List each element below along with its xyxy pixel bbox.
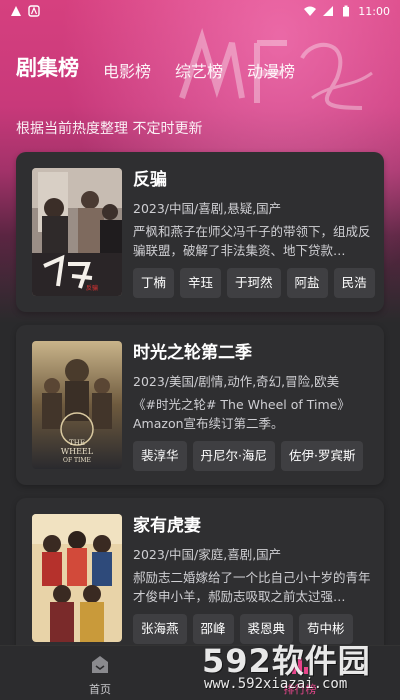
item-meta: 2023/中国/喜剧,悬疑,国产 — [133, 201, 282, 216]
nav-home[interactable]: 首页 — [0, 646, 200, 700]
bottom-nav: 首页 排行榜 — [0, 645, 400, 700]
cast-chip[interactable]: 邵峰 — [192, 614, 234, 644]
cast-chip[interactable]: 佐伊·罗宾斯 — [281, 441, 364, 471]
ranking-subtitle: 根据当前热度整理 不定时更新 — [16, 121, 203, 137]
item-description: 郝励志二婚嫁给了一个比自己小十岁的青年才俊申小羊，郝励志吸取之前太过强… — [133, 570, 371, 604]
cast-list: 裴淳华 丹尼尔·海尼 佐伊·罗宾斯 — [133, 441, 373, 471]
battery-icon — [343, 5, 350, 17]
cast-chip[interactable]: 辛珏 — [180, 268, 222, 298]
item-title: 反骗 — [133, 170, 167, 190]
poster-image: 反骗 — [32, 168, 122, 296]
item-description: 《#时光之轮# The Wheel of Time》Amazon宣布续订第二季。 — [133, 397, 350, 431]
cast-chip[interactable]: 裘恩典 — [239, 614, 294, 644]
nav-ranking-label: 排行榜 — [283, 683, 317, 696]
nav-home-label: 首页 — [89, 683, 111, 696]
signal-icon — [323, 6, 334, 16]
svg-text:OF TIME: OF TIME — [63, 457, 91, 464]
svg-text:WHEEL: WHEEL — [61, 447, 94, 456]
list-item[interactable]: 反骗 反骗 2023/中国/喜剧,悬疑,国产 严枫和燕子在师父冯千子的带领下，组… — [16, 152, 384, 312]
poster-image: THE WHEEL OF TIME — [32, 341, 122, 469]
svg-text:THE: THE — [69, 439, 85, 447]
tab-variety[interactable]: 综艺榜 — [175, 58, 223, 82]
status-bar: 11:00 — [0, 0, 400, 22]
poster-image — [32, 514, 122, 642]
cast-chip[interactable]: 裴淳华 — [133, 441, 187, 471]
tab-movies[interactable]: 电影榜 — [103, 58, 151, 82]
tab-series[interactable]: 剧集榜 — [16, 52, 79, 82]
list-item[interactable]: 家有虎妻 2023/中国/家庭,喜剧,国产 郝励志二婚嫁给了一个比自己小十岁的青… — [16, 498, 384, 658]
ranking-icon — [292, 658, 308, 674]
cast-chip[interactable]: 张海燕 — [133, 614, 187, 644]
item-meta: 2023/美国/剧情,动作,奇幻,冒险,欧美 — [133, 374, 340, 389]
status-time: 11:00 — [358, 4, 390, 18]
item-title: 时光之轮第二季 — [133, 343, 252, 363]
cast-list: 张海燕 邵峰 裘恩典 苟中彬 — [133, 614, 373, 644]
home-icon — [92, 656, 108, 673]
cast-list: 丁楠 辛珏 于珂然 阿盐 民浩 — [133, 268, 375, 298]
app-a-icon — [28, 5, 40, 17]
item-title: 家有虎妻 — [133, 516, 201, 536]
item-description: 严枫和燕子在师父冯千子的带领下，组成反骗联盟，破解了非法集资、地下贷款… — [133, 224, 371, 258]
ranking-list: 反骗 反骗 2023/中国/喜剧,悬疑,国产 严枫和燕子在师父冯千子的带领下，组… — [16, 152, 384, 671]
cast-chip[interactable]: 丹尼尔·海尼 — [192, 441, 275, 471]
alert-triangle-icon — [11, 6, 21, 16]
cast-chip[interactable]: 苟中彬 — [299, 614, 353, 644]
cast-chip[interactable]: 于珂然 — [227, 268, 281, 298]
wifi-icon — [304, 6, 317, 16]
list-item[interactable]: THE WHEEL OF TIME 时光之轮第二季 2023/美国/剧情,动作,… — [16, 325, 384, 485]
nav-ranking[interactable]: 排行榜 — [200, 646, 400, 700]
svg-text:反骗: 反骗 — [86, 284, 98, 292]
cast-chip[interactable]: 丁楠 — [133, 268, 175, 298]
tab-anime[interactable]: 动漫榜 — [247, 58, 295, 82]
ranking-tabs: 剧集榜 电影榜 综艺榜 动漫榜 — [16, 52, 295, 82]
item-meta: 2023/中国/家庭,喜剧,国产 — [133, 547, 282, 562]
cast-chip[interactable]: 阿盐 — [286, 268, 328, 298]
cast-chip[interactable]: 民浩 — [333, 268, 375, 298]
